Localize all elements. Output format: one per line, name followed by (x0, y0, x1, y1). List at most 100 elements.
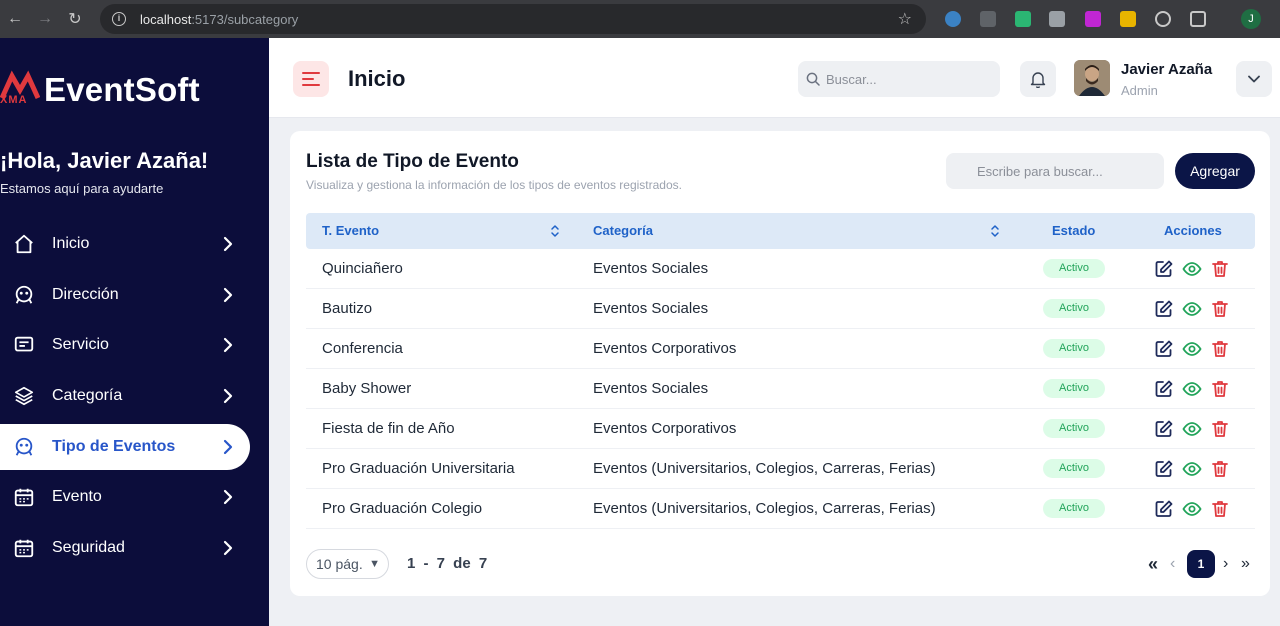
hamburger-icon (302, 72, 320, 86)
sidebar-item-evento[interactable]: Evento (0, 474, 250, 520)
calendar-icon (12, 485, 36, 509)
eye-icon[interactable] (1182, 499, 1202, 519)
edit-icon[interactable] (1154, 499, 1174, 519)
status-badge: Activo (1043, 379, 1105, 398)
url-path: :5173/subcategory (191, 11, 299, 27)
sort-icon[interactable] (990, 224, 1000, 238)
back-icon[interactable]: ← (0, 10, 30, 28)
extension-record-icon[interactable] (1155, 11, 1171, 27)
edit-icon[interactable] (1154, 259, 1174, 279)
table-row: Baby Shower Eventos Sociales Activo (306, 369, 1255, 409)
card-subtitle: Visualiza y gestiona la información de l… (306, 178, 682, 192)
chevron-right-icon (223, 287, 233, 302)
sidebar-item-inicio[interactable]: Inicio (0, 221, 250, 267)
extension-mail-icon[interactable] (1015, 11, 1031, 27)
row-actions (1154, 379, 1230, 399)
edit-icon[interactable] (1154, 299, 1174, 319)
forward-icon[interactable]: → (30, 10, 60, 28)
cell-tipo: Conferencia (322, 340, 403, 357)
prev-page-button[interactable]: ‹ (1170, 549, 1175, 579)
extensions-puzzle-icon[interactable] (1190, 11, 1206, 27)
sidebar-item-categoria[interactable]: Categoría (0, 373, 250, 419)
trash-icon[interactable] (1210, 499, 1230, 519)
profile-avatar[interactable]: J (1241, 9, 1261, 29)
edit-icon[interactable] (1154, 419, 1174, 439)
trash-icon[interactable] (1210, 419, 1230, 439)
user-avatar[interactable] (1074, 60, 1110, 96)
event-type-card: Lista de Tipo de Evento Visualiza y gest… (290, 131, 1270, 596)
event-type-icon (12, 435, 36, 459)
extension-folder-icon[interactable] (1120, 11, 1136, 27)
table-row: Pro Graduación Colegio Eventos (Universit… (306, 489, 1255, 529)
cell-tipo: Baby Shower (322, 380, 412, 397)
edit-icon[interactable] (1154, 339, 1174, 359)
row-actions (1154, 299, 1230, 319)
cell-tipo: Bautizo (322, 300, 373, 317)
reload-icon[interactable]: ↻ (60, 9, 90, 29)
edit-icon[interactable] (1154, 379, 1174, 399)
eye-icon[interactable] (1182, 459, 1202, 479)
brand: XMA EventSoft (0, 68, 200, 112)
header-search[interactable] (798, 61, 1000, 97)
trash-icon[interactable] (1210, 299, 1230, 319)
bell-icon (1030, 71, 1046, 88)
status-badge: Activo (1043, 499, 1105, 518)
row-actions (1154, 499, 1230, 519)
status-badge: Activo (1043, 259, 1105, 278)
edit-icon[interactable] (1154, 459, 1174, 479)
address-bar[interactable]: i localhost:5173/subcategory ☆ (100, 4, 926, 34)
trash-icon[interactable] (1210, 339, 1230, 359)
sidebar-item-direccion[interactable]: Dirección (0, 272, 250, 318)
eye-icon[interactable] (1182, 259, 1202, 279)
last-page-button[interactable]: » (1241, 549, 1250, 579)
next-page-button[interactable]: › (1223, 549, 1228, 579)
notifications-button[interactable] (1020, 61, 1056, 97)
first-page-button[interactable]: « (1148, 549, 1158, 579)
cell-categoria: Eventos Sociales (593, 260, 709, 277)
status-badge: Activo (1043, 459, 1105, 478)
brand-mark: XMA (0, 94, 28, 106)
sidebar-menu: Inicio Dirección Servicio Categoría Tipo de … (0, 221, 269, 576)
user-menu-button[interactable] (1236, 61, 1272, 97)
eye-icon[interactable] (1182, 379, 1202, 399)
eye-icon[interactable] (1182, 299, 1202, 319)
menu-toggle-button[interactable] (293, 61, 329, 97)
chevron-right-icon (223, 236, 233, 252)
trash-icon[interactable] (1210, 459, 1230, 479)
column-header-categoria[interactable]: Categoría (593, 213, 653, 249)
extension-download-icon[interactable] (1085, 11, 1101, 27)
user-role: Admin (1121, 83, 1158, 98)
eye-icon[interactable] (1182, 419, 1202, 439)
eye-icon[interactable] (1182, 339, 1202, 359)
chevron-down-icon: ▼ (369, 558, 380, 570)
chevron-right-icon (223, 388, 233, 404)
sort-icon[interactable] (550, 224, 560, 238)
trash-icon[interactable] (1210, 259, 1230, 279)
page-size-select[interactable]: 10 pág. ▼ (306, 549, 389, 579)
current-page-button[interactable]: 1 (1187, 550, 1215, 578)
greeting: ¡Hola, Javier Azaña! (0, 148, 209, 173)
extension-shield-icon[interactable] (980, 11, 996, 27)
pagination-range: 1 - 7 de 7 (407, 555, 488, 572)
column-header-tipo[interactable]: T. Evento (322, 213, 379, 249)
cell-tipo: Quinciañero (322, 260, 403, 277)
table-search-input[interactable] (946, 153, 1164, 189)
cell-categoria: Eventos Sociales (593, 380, 709, 397)
add-button[interactable]: Agregar (1175, 153, 1255, 189)
bookmark-star-icon[interactable]: ☆ (898, 9, 912, 29)
row-actions (1154, 339, 1230, 359)
home-icon (12, 232, 36, 256)
brand-logo-icon: XMA (0, 70, 41, 110)
sidebar-item-label: Evento (52, 488, 102, 506)
extension-lock-icon[interactable] (1049, 11, 1065, 27)
header-search-input[interactable] (826, 71, 986, 87)
sidebar-item-label: Servicio (52, 336, 109, 354)
extension-globe-icon[interactable] (945, 11, 961, 27)
table-body: Quinciañero Eventos Sociales Activo Bautizo… (306, 249, 1255, 529)
trash-icon[interactable] (1210, 379, 1230, 399)
sidebar-item-seguridad[interactable]: Seguridad (0, 525, 250, 571)
sidebar-item-servicio[interactable]: Servicio (0, 322, 250, 368)
sidebar-item-tipo-de-eventos[interactable]: Tipo de Eventos (0, 423, 250, 470)
site-info-icon[interactable]: i (112, 12, 126, 26)
search-icon (806, 72, 820, 86)
